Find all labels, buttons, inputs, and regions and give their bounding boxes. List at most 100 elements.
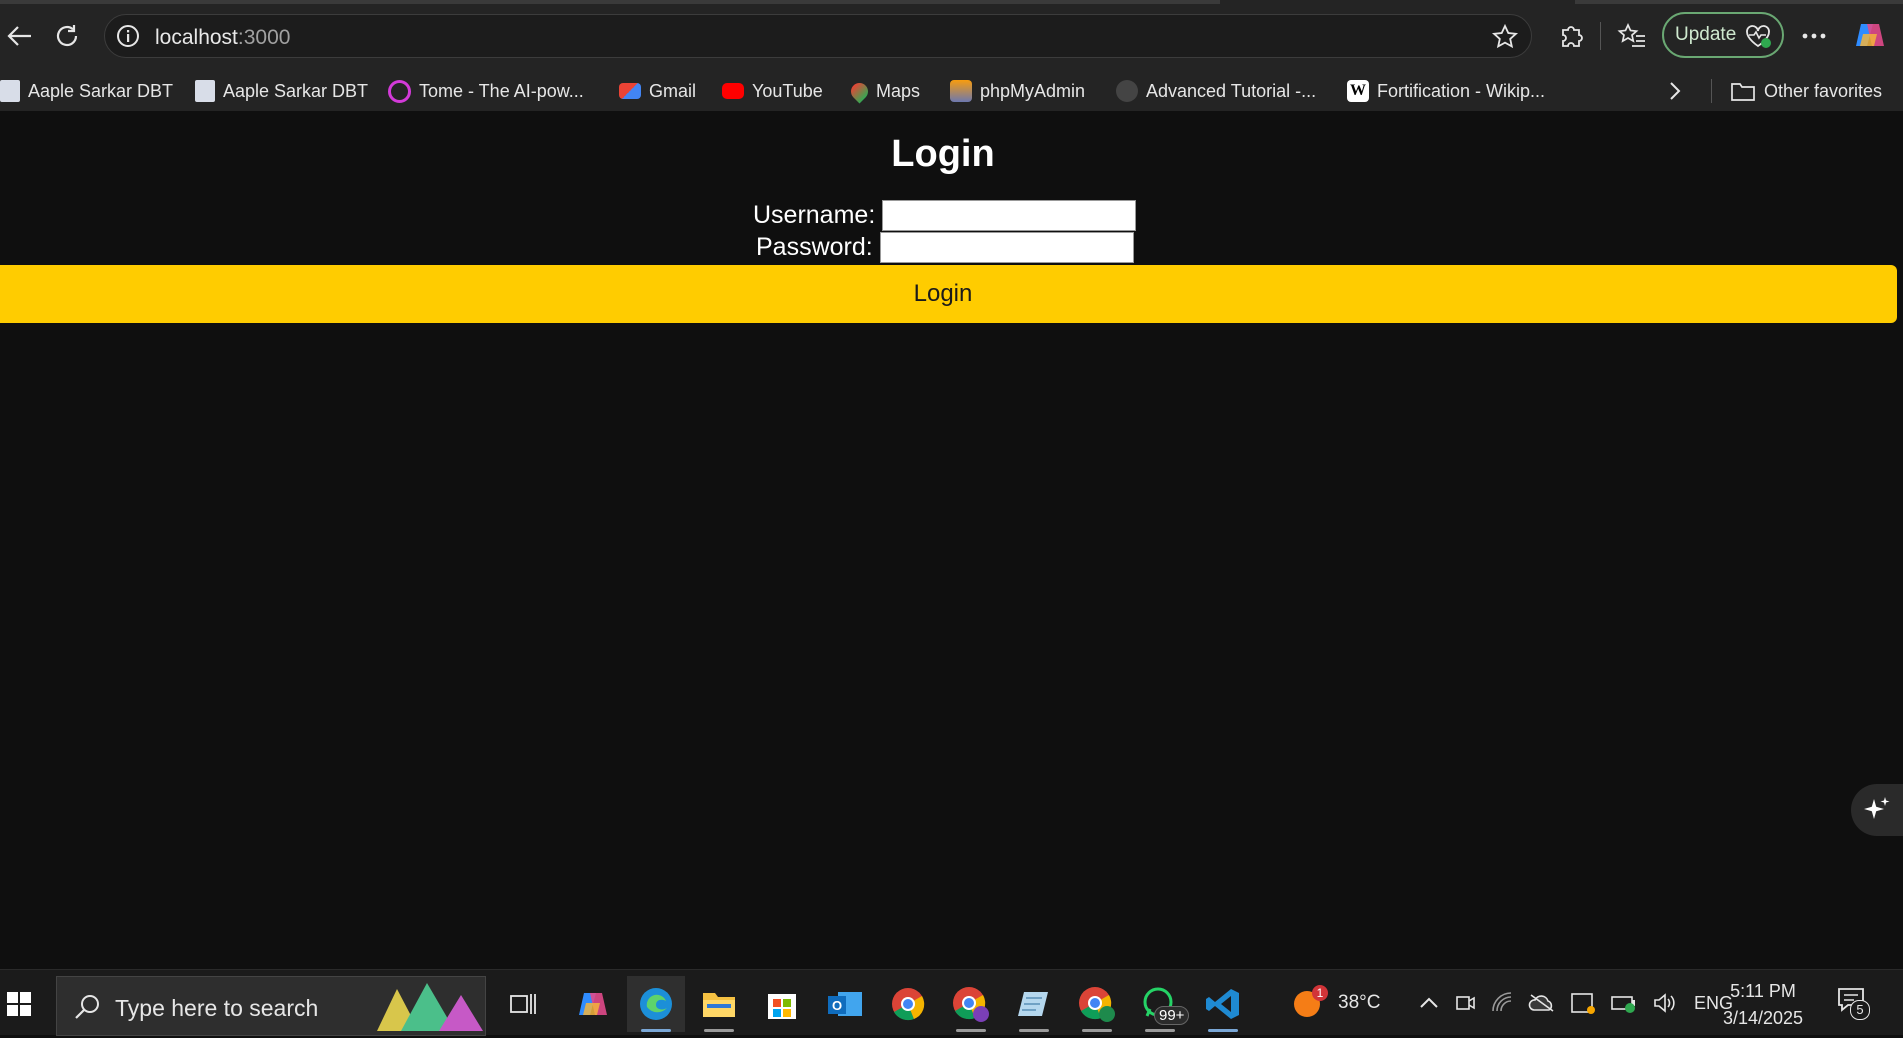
- phpmyadmin-icon: [950, 80, 972, 102]
- search-placeholder: Type here to search: [115, 995, 319, 1021]
- document-icon: [0, 80, 20, 102]
- chevron-up-icon[interactable]: [1418, 995, 1440, 1011]
- running-indicator: [1145, 1029, 1175, 1032]
- edge-taskbar-button[interactable]: [627, 976, 685, 1032]
- arrow-left-icon: [7, 26, 31, 46]
- username-label: Username:: [753, 201, 876, 229]
- tutorial-icon: [1116, 80, 1138, 102]
- bookmark-tome[interactable]: Tome - The AI-pow...: [388, 71, 584, 111]
- vscode-button[interactable]: [1194, 976, 1252, 1032]
- login-button[interactable]: Login: [0, 265, 1897, 323]
- active-indicator: [641, 1029, 671, 1032]
- whatsapp-button[interactable]: 99+: [1131, 976, 1190, 1032]
- bookmark-youtube[interactable]: YouTube: [722, 71, 823, 111]
- bookmark-aaple-sarkar-1[interactable]: Aaple Sarkar DBT: [0, 71, 173, 111]
- windows-taskbar: Type here to search O 99+ 1 38°C ENG 5:1…: [0, 969, 1903, 1036]
- wikipedia-icon: W: [1347, 80, 1369, 102]
- password-input[interactable]: [879, 232, 1134, 263]
- notification-count-badge: 5: [1850, 1000, 1870, 1020]
- address-bar[interactable]: localhost:3000: [104, 14, 1532, 58]
- search-highlight-illustration: [375, 981, 485, 1038]
- bookmark-gmail[interactable]: Gmail: [619, 71, 696, 111]
- notification-icon: 5: [1836, 986, 1870, 1020]
- onedrive-icon[interactable]: [1528, 993, 1556, 1013]
- update-button[interactable]: Update: [1662, 12, 1784, 58]
- youtube-icon: [722, 83, 744, 99]
- vscode-icon: [1206, 989, 1239, 1019]
- bookmark-phpmyadmin[interactable]: phpMyAdmin: [950, 71, 1085, 111]
- copilot-icon: [1856, 24, 1884, 46]
- weather-sun-icon: 1: [1292, 985, 1328, 1019]
- notepad-app-button[interactable]: [1005, 976, 1063, 1032]
- file-explorer-button[interactable]: [690, 976, 748, 1032]
- ellipsis-icon: [1802, 33, 1826, 39]
- whatsapp-badge: 99+: [1154, 1006, 1190, 1025]
- volume-icon[interactable]: [1652, 992, 1676, 1014]
- puzzle-icon: [1562, 26, 1583, 47]
- tab-strip-edge-right: [1575, 0, 1903, 4]
- bookmark-label: Gmail: [649, 80, 697, 101]
- more-menu-button[interactable]: [1794, 16, 1834, 56]
- username-input[interactable]: [882, 200, 1137, 231]
- battery-charging-icon[interactable]: [1610, 992, 1638, 1014]
- folder-icon: [1731, 83, 1755, 101]
- notepad-icon: [1018, 992, 1048, 1016]
- sync-warning-icon[interactable]: [1570, 991, 1596, 1015]
- bookmark-maps[interactable]: Maps: [847, 71, 920, 111]
- extensions-button[interactable]: [1551, 16, 1591, 56]
- copilot-sparkle-button[interactable]: [1851, 784, 1903, 836]
- toolbar-divider: [1600, 22, 1601, 50]
- running-indicator: [1082, 1029, 1112, 1032]
- favorites-list-icon: [1617, 22, 1645, 47]
- chrome-profile-v-button[interactable]: [942, 976, 1000, 1032]
- active-indicator: [1208, 1029, 1238, 1032]
- start-button[interactable]: [0, 976, 38, 1032]
- tab-strip-edge: [0, 0, 1220, 4]
- document-icon: [195, 80, 215, 102]
- password-row: Password:: [756, 232, 1134, 263]
- bookmarks-overflow-button[interactable]: [1655, 71, 1695, 111]
- task-view-button[interactable]: [494, 976, 552, 1032]
- bookmarks-bar: Aaple Sarkar DBT Aaple Sarkar DBT Tome -…: [0, 71, 1903, 111]
- password-label: Password:: [756, 233, 873, 261]
- microsoft-store-button[interactable]: [753, 976, 811, 1032]
- camera-icon[interactable]: [1454, 992, 1476, 1014]
- bookmark-fortification-wikipedia[interactable]: W Fortification - Wikip...: [1347, 71, 1545, 111]
- other-favorites-folder[interactable]: Other favorites: [1730, 71, 1882, 111]
- chrome-profile-v2-button[interactable]: [1068, 976, 1126, 1032]
- bookmark-label: Tome - The AI-pow...: [419, 80, 584, 101]
- bookmark-label: YouTube: [752, 80, 823, 101]
- gmail-icon: [619, 83, 641, 99]
- search-icon: [73, 993, 101, 1026]
- browser-essentials-icon: [1744, 23, 1772, 55]
- page-title: Login: [891, 133, 995, 175]
- copilot-icon: [579, 993, 607, 1015]
- bookmark-advanced-tutorial[interactable]: Advanced Tutorial -...: [1116, 71, 1316, 111]
- outlook-button[interactable]: O: [816, 976, 874, 1032]
- notification-center-button[interactable]: 5: [1836, 970, 1870, 1036]
- bookmark-label: phpMyAdmin: [980, 80, 1086, 101]
- task-view-icon: [510, 994, 536, 1014]
- wifi-icon[interactable]: [1490, 992, 1514, 1014]
- back-button[interactable]: [0, 16, 40, 56]
- bookmark-label: Aaple Sarkar DBT: [28, 80, 174, 101]
- favorite-star-icon[interactable]: [1491, 23, 1519, 56]
- site-info-icon[interactable]: [115, 23, 141, 54]
- windows-logo-icon: [7, 992, 31, 1016]
- reload-button[interactable]: [47, 16, 87, 56]
- copilot-button[interactable]: [1850, 15, 1890, 55]
- chrome-button[interactable]: [879, 976, 937, 1032]
- weather-widget[interactable]: 1 38°C: [1292, 970, 1380, 1036]
- copilot-taskbar-button[interactable]: [564, 976, 622, 1032]
- browser-toolbar: localhost:3000 Update: [0, 0, 1903, 71]
- clock-time: 5:11 PM: [1730, 981, 1796, 1001]
- bookmark-aaple-sarkar-2[interactable]: Aaple Sarkar DBT: [195, 71, 368, 111]
- system-clock[interactable]: 5:11 PM 3/14/2025: [1718, 978, 1808, 1032]
- bookmark-label: Fortification - Wikip...: [1377, 80, 1546, 101]
- system-tray: ENG: [1418, 970, 1733, 1036]
- favorites-button[interactable]: [1612, 16, 1652, 56]
- svg-text:O: O: [832, 998, 842, 1013]
- taskbar-search[interactable]: Type here to search: [56, 976, 486, 1036]
- username-row: Username:: [753, 200, 1137, 231]
- running-indicator: [956, 1029, 986, 1032]
